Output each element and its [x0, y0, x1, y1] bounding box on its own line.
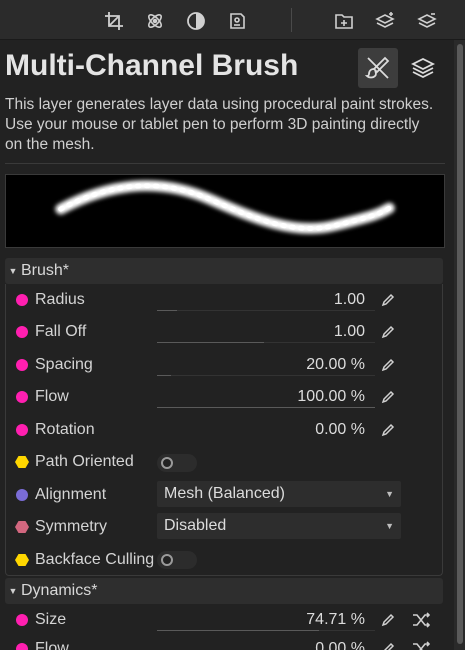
- chevron-down-icon: ▼: [8, 586, 18, 596]
- layer-stack-add-icon[interactable]: [372, 8, 398, 34]
- header-divider: [5, 163, 445, 164]
- edit-pencil-icon[interactable]: [377, 417, 399, 443]
- channel-dot-icon: [16, 424, 28, 436]
- toggle-knob: [161, 457, 173, 469]
- prop-dyn-size-label: Size: [35, 611, 67, 628]
- slider-fill: [157, 342, 264, 343]
- section-brush[interactable]: ▼ Brush*: [5, 258, 443, 284]
- slider-track: [157, 375, 375, 376]
- prop-path-oriented-label: Path Oriented: [35, 453, 134, 470]
- flow-slider[interactable]: 100.00 %: [157, 384, 375, 410]
- page-title: Multi-Channel Brush: [5, 49, 299, 82]
- chevron-down-icon: ▼: [385, 521, 394, 531]
- radius-slider[interactable]: 1.00: [157, 287, 375, 313]
- channel-dot-icon: [16, 614, 28, 626]
- shuffle-icon[interactable]: [410, 607, 432, 633]
- prop-symmetry-label: Symmetry: [35, 518, 107, 535]
- edit-pencil-icon[interactable]: [377, 352, 399, 378]
- brush-paint-button[interactable]: [358, 48, 398, 88]
- prop-flow-label: Flow: [35, 388, 69, 405]
- edit-pencil-icon[interactable]: [377, 287, 399, 313]
- prop-path-oriented: Path Oriented: [12, 447, 412, 477]
- symmetry-dropdown[interactable]: Disabled ▼: [157, 513, 401, 539]
- prop-backface-culling: Backface Culling: [12, 545, 412, 575]
- edit-pencil-icon[interactable]: [377, 636, 399, 650]
- slider-track: [157, 310, 375, 311]
- prop-falloff-label: Fall Off: [35, 323, 87, 340]
- scrollbar-thumb[interactable]: [457, 44, 463, 644]
- radius-value: 1.00: [333, 291, 365, 308]
- toolbar-separator: [291, 8, 292, 32]
- chevron-down-icon: ▼: [385, 489, 394, 499]
- prop-backface-culling-label: Backface Culling: [35, 551, 155, 568]
- symmetry-value: Disabled: [164, 517, 227, 534]
- layers-button[interactable]: [403, 48, 443, 88]
- channel-hex-icon: [15, 554, 29, 566]
- channel-dot-icon: [16, 391, 28, 403]
- section-dynamics-label: Dynamics*: [21, 582, 98, 599]
- section-brush-label: Brush*: [21, 262, 70, 279]
- prop-radius-label: Radius: [35, 291, 85, 308]
- layer-stack-remove-icon[interactable]: [414, 8, 440, 34]
- dyn-flow-slider[interactable]: 0.00 %: [157, 636, 375, 650]
- prop-dyn-flow-label: Flow: [35, 640, 69, 650]
- dyn-size-slider[interactable]: 74.71 %: [157, 607, 375, 633]
- top-toolbar: [0, 0, 465, 40]
- path-oriented-toggle[interactable]: [157, 454, 197, 472]
- alignment-value: Mesh (Balanced): [164, 485, 285, 502]
- slider-fill: [157, 407, 375, 408]
- contrast-icon[interactable]: [183, 8, 209, 34]
- rotation-slider[interactable]: 0.00 %: [157, 417, 375, 443]
- channel-dot-icon: [16, 294, 28, 306]
- falloff-slider[interactable]: 1.00: [157, 319, 375, 345]
- falloff-value: 1.00: [333, 323, 365, 340]
- edit-pencil-icon[interactable]: [377, 607, 399, 633]
- prop-alignment-label: Alignment: [35, 486, 107, 503]
- stroke-preview: [5, 174, 445, 248]
- section-dynamics[interactable]: ▼ Dynamics*: [5, 578, 443, 604]
- flow-value: 100.00 %: [297, 388, 365, 405]
- channel-hex-icon: [15, 521, 29, 533]
- spacing-value: 20.00 %: [306, 356, 365, 373]
- chevron-down-icon: ▼: [8, 266, 18, 276]
- channel-dot-icon: [16, 489, 28, 501]
- backface-culling-toggle[interactable]: [157, 551, 197, 569]
- add-layer-icon[interactable]: [331, 8, 357, 34]
- slider-fill: [157, 375, 171, 376]
- toggle-knob: [161, 554, 173, 566]
- spacing-slider[interactable]: 20.00 %: [157, 352, 375, 378]
- layer-description: This layer generates layer data using pr…: [5, 96, 434, 153]
- rotation-value: 0.00 %: [315, 421, 365, 438]
- edit-pencil-icon[interactable]: [377, 384, 399, 410]
- alignment-dropdown[interactable]: Mesh (Balanced) ▼: [157, 481, 401, 507]
- edit-pencil-icon[interactable]: [377, 319, 399, 345]
- channel-hex-icon: [15, 456, 29, 468]
- prop-spacing-label: Spacing: [35, 356, 93, 373]
- crop-icon[interactable]: [101, 8, 127, 34]
- slider-fill: [157, 630, 319, 631]
- channel-dot-icon: [16, 643, 28, 650]
- slider-fill: [157, 310, 177, 311]
- image-adjust-icon[interactable]: [224, 8, 250, 34]
- channel-dot-icon: [16, 359, 28, 371]
- shuffle-icon[interactable]: [410, 636, 432, 650]
- channel-dot-icon: [16, 326, 28, 338]
- dyn-flow-value: 0.00 %: [315, 640, 365, 650]
- dyn-size-value: 74.71 %: [306, 611, 365, 628]
- prop-rotation-label: Rotation: [35, 421, 95, 438]
- atom-icon[interactable]: [142, 8, 168, 34]
